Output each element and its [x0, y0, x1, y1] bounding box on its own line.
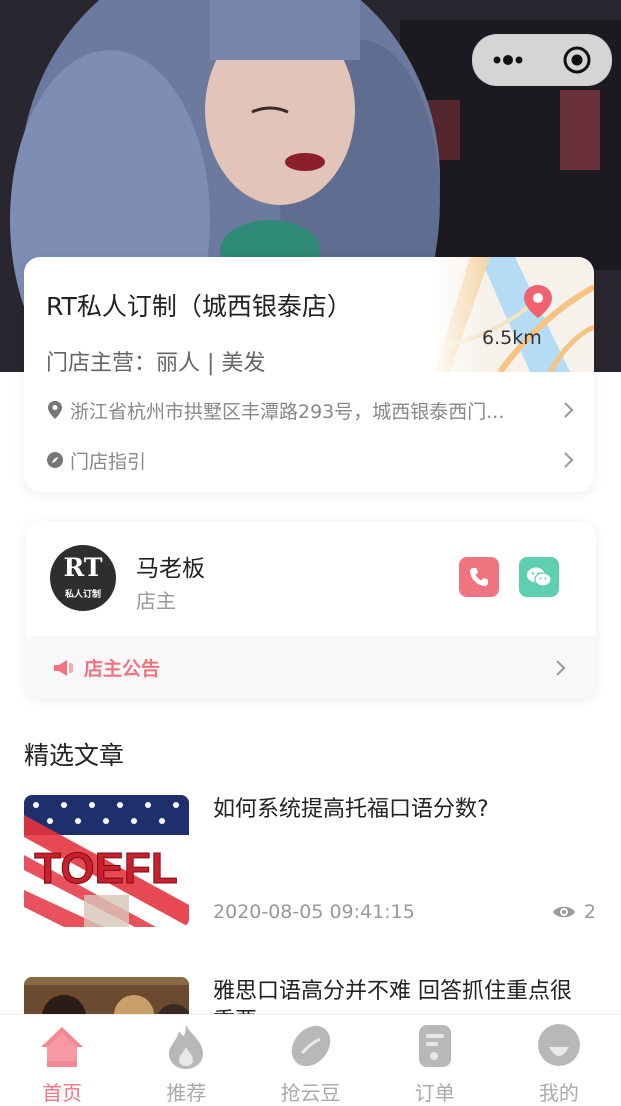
store-map-thumbnail[interactable] — [430, 257, 594, 372]
tab-recommend[interactable]: 推荐 — [124, 1015, 248, 1105]
store-main-business: 门店主营：丽人 | 美发 — [46, 351, 266, 376]
bean-icon — [291, 1025, 330, 1067]
wechat-owner-button[interactable] — [519, 557, 559, 597]
classroom-image — [24, 977, 189, 1014]
store-address-row[interactable]: 浙江省杭州市拱墅区丰潭路293号，城西银泰西门... — [46, 395, 576, 425]
owner-notice-label: 店主公告 — [84, 658, 161, 680]
section-title: 精选文章 — [24, 741, 125, 770]
megaphone-icon — [54, 659, 73, 676]
tab-label: 首页 — [42, 1081, 83, 1105]
bottom-tab-bar: 首页 推荐 抢云豆 订单 我的 — [0, 1014, 621, 1105]
location-icon — [48, 401, 62, 419]
thumbnail-text: TOEFL — [34, 844, 177, 893]
owner-notice-row[interactable]: 店主公告 — [26, 636, 596, 699]
home-icon — [41, 1027, 84, 1067]
owner-role: 店主 — [136, 589, 176, 613]
profile-icon — [537, 1024, 580, 1066]
tab-label: 我的 — [538, 1081, 579, 1105]
call-owner-button[interactable] — [459, 557, 499, 597]
store-name: RT私人订制（城西银泰店） — [46, 292, 352, 321]
article-title: 雅思口语高分并不难 回答抓住重点很重要 — [213, 979, 572, 1014]
store-address: 浙江省杭州市拱墅区丰潭路293号，城西银泰西门... — [70, 400, 505, 423]
tab-orders[interactable]: 订单 — [373, 1015, 497, 1105]
chevron-right-icon — [564, 452, 574, 468]
phone-icon — [470, 568, 488, 586]
close-mini-program-button[interactable] — [543, 45, 611, 75]
owner-name: 马老板 — [136, 556, 205, 582]
store-guide-row[interactable]: 门店指引 — [46, 445, 576, 475]
store-guide-label: 门店指引 — [70, 450, 147, 473]
more-menu-button[interactable] — [473, 55, 542, 65]
mini-program-capsule — [472, 34, 612, 86]
store-info-card: RT私人订制（城西银泰店） 门店主营：丽人 | 美发 6.5km 浙江省杭州市拱… — [24, 257, 594, 492]
flame-icon — [169, 1025, 204, 1069]
tab-grab-beans[interactable]: 抢云豆 — [248, 1015, 372, 1105]
target-icon — [563, 46, 591, 74]
avatar-logo-subtext: 私人订制 — [64, 590, 101, 600]
more-dots-icon — [493, 55, 522, 65]
tab-label: 订单 — [414, 1081, 455, 1105]
article-thumbnail: TOEFL — [24, 795, 189, 927]
chevron-right-icon — [556, 659, 566, 676]
wechat-icon — [527, 567, 552, 587]
avatar-logo-text: RT — [63, 553, 103, 582]
toefl-flag-image: TOEFL — [24, 795, 189, 927]
article-view-count: 2 — [583, 901, 596, 923]
compass-icon — [47, 452, 63, 468]
article-views: 2 — [552, 901, 596, 923]
article-date: 2020-08-05 09:41:15 — [213, 901, 415, 923]
store-distance: 6.5km — [482, 327, 542, 349]
article-title: 如何系统提高托福口语分数? — [213, 797, 489, 822]
article-item[interactable]: 雅思口语高分并不难 回答抓住重点很重要 — [24, 977, 596, 1014]
tab-label: 抢云豆 — [280, 1081, 341, 1105]
article-item[interactable]: TOEFL 如何系统提高托福口语分数? 2020-08-05 09:41:15 … — [24, 795, 596, 927]
chevron-right-icon — [564, 402, 574, 418]
order-icon — [418, 1025, 451, 1067]
article-thumbnail — [24, 977, 189, 1014]
owner-avatar: RT 私人订制 — [50, 545, 116, 611]
tab-profile[interactable]: 我的 — [497, 1015, 621, 1105]
tab-label: 推荐 — [166, 1081, 207, 1105]
tab-home[interactable]: 首页 — [0, 1015, 124, 1105]
owner-card: RT 私人订制 马老板 店主 店主公告 — [26, 521, 596, 699]
eye-icon — [552, 906, 575, 918]
